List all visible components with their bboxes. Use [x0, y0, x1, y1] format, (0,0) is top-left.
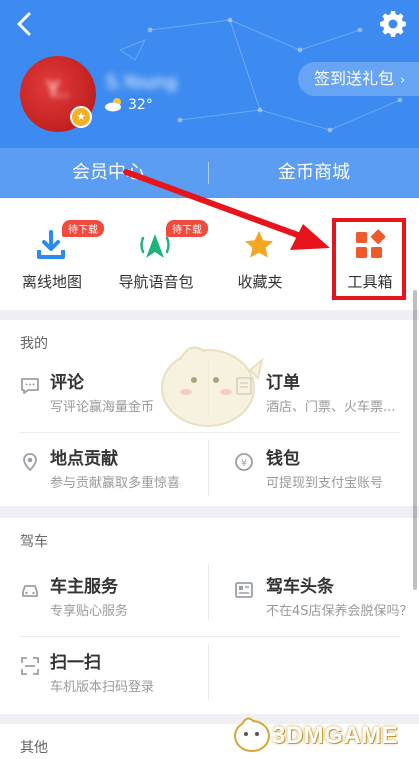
column-divider [208, 644, 209, 700]
cell-wallet[interactable]: ¥ 钱包 可提现到支付宝账号 [214, 428, 419, 504]
column-divider [208, 440, 209, 496]
cell-title: 地点贡献 [50, 449, 118, 469]
section-title: 其他 [20, 740, 48, 756]
gear-icon [380, 11, 406, 37]
quick-voice-pack[interactable]: 待下载 导航语音包 [104, 198, 208, 310]
weather-cloud-sun-icon [105, 98, 121, 112]
profile-header: Y.. ★ S.Young 32° 签到送礼包 › 会员中心 金币商城 [0, 0, 419, 198]
chevron-left-icon [17, 12, 31, 36]
mascot-logo-icon [234, 717, 270, 752]
watermark-text: 3DMGAME [272, 722, 399, 749]
quick-label: 离线地图 [21, 273, 82, 291]
section-driving: 驾车 车主服务 专享贴心服务 驾车头条 不在4S店保养会脱保吗？ 扫一扫 车机版… [0, 518, 419, 714]
scan-icon [21, 657, 39, 675]
star-icon [245, 231, 273, 258]
cell-subtitle: 参与贡献赢取多重惊喜 [50, 476, 181, 491]
mascot-watermark [161, 346, 264, 427]
cell-title: 驾车头条 [266, 577, 334, 597]
download-badge: 待下载 [166, 220, 208, 237]
cell-place-contribution[interactable]: 地点贡献 参与贡献赢取多重惊喜 [0, 428, 209, 504]
cell-title: 扫一扫 [50, 653, 101, 673]
quick-favorites[interactable]: 收藏夹 [208, 198, 312, 310]
location-pin-icon [23, 453, 37, 472]
cell-subtitle: 专享贴心服务 [50, 604, 129, 619]
cell-driving-news[interactable]: 驾车头条 不在4S店保养会脱保吗？ [214, 556, 419, 632]
section-title: 驾车 [20, 534, 48, 550]
tab-member-center[interactable]: 会员中心 [8, 148, 208, 198]
car-icon [22, 585, 38, 597]
cell-subtitle: 写评论赢海量金币 [50, 400, 155, 415]
quick-label: 收藏夹 [237, 273, 283, 291]
cell-subtitle: 可提现到支付宝账号 [266, 476, 384, 491]
cell-title: 车主服务 [50, 577, 118, 597]
column-divider [208, 564, 209, 620]
comment-icon [21, 378, 39, 394]
temperature: 32° [128, 97, 153, 113]
username: S.Young [106, 72, 178, 93]
tab-coin-mall[interactable]: 金币商城 [214, 148, 414, 198]
signin-label: 签到送礼包 [314, 69, 395, 88]
vip-badge-icon: ★ [70, 106, 92, 128]
signin-gift-button[interactable]: 签到送礼包 › [298, 62, 419, 96]
news-icon [235, 582, 253, 598]
back-button[interactable] [10, 8, 40, 40]
site-watermark: 3DMGAME [230, 712, 415, 756]
cell-subtitle: 车机版本扫码登录 [50, 680, 155, 695]
tab-divider [208, 162, 209, 184]
header-tabs: 会员中心 金币商城 [0, 148, 419, 198]
svg-text:¥: ¥ [241, 458, 247, 469]
download-badge: 待下载 [62, 220, 104, 237]
avatar-text: Y.. [46, 78, 70, 103]
cell-scan[interactable]: 扫一扫 车机版本扫码登录 [0, 632, 209, 708]
scrollbar[interactable] [413, 290, 417, 590]
cell-subtitle: 酒店、门票、火车票... [266, 400, 396, 415]
cell-title: 订单 [266, 373, 300, 393]
cell-owner-service[interactable]: 车主服务 专享贴心服务 [0, 556, 209, 632]
settings-button[interactable] [377, 8, 409, 40]
chevron-right-icon: › [400, 73, 406, 88]
cell-title: 钱包 [266, 449, 300, 469]
quick-offline-map[interactable]: 待下载 离线地图 [0, 198, 104, 310]
section-title: 我的 [20, 336, 48, 352]
cell-subtitle: 不在4S店保养会脱保吗？ [266, 604, 413, 619]
cell-title: 评论 [50, 373, 84, 393]
toolbox-highlight-box [332, 218, 406, 300]
wallet-icon: ¥ [235, 453, 253, 471]
quick-label: 导航语音包 [118, 273, 194, 291]
